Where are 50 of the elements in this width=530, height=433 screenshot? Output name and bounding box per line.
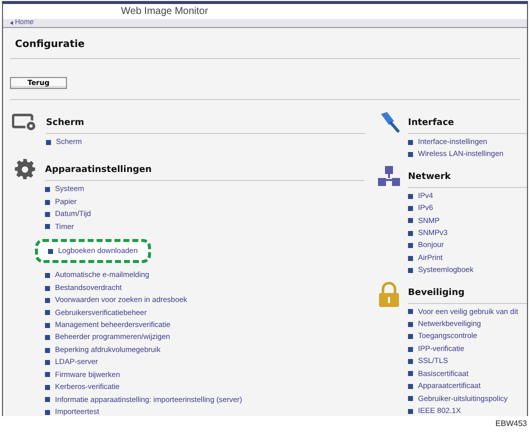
bullet-icon — [408, 218, 413, 224]
bullet-icon — [45, 200, 50, 205]
section-heading: Netwerk — [408, 172, 451, 182]
bullet-icon — [45, 310, 50, 316]
bullet-icon — [45, 397, 50, 402]
bullet-icon — [45, 322, 50, 328]
bullet-icon — [408, 396, 413, 402]
bullet-icon — [408, 384, 413, 389]
figure-code: EBW453 — [495, 418, 527, 430]
bullet-icon — [408, 206, 413, 211]
page-title: Configuratie — [15, 39, 85, 50]
bullet-icon — [45, 335, 50, 340]
bullet-icon — [408, 243, 413, 248]
app-title: Web Image Monitor — [121, 5, 208, 19]
bullet-icon — [408, 358, 413, 364]
bullet-icon — [408, 334, 413, 340]
bullet-icon — [408, 371, 413, 376]
monitor-gear-icon — [12, 112, 38, 132]
bullet-icon — [45, 384, 50, 390]
bullet-icon — [45, 348, 50, 353]
bullet-icon — [45, 224, 50, 230]
section-heading: Beveiliging — [408, 288, 465, 298]
bullet-icon — [45, 212, 50, 217]
bullet-icon — [45, 360, 50, 365]
section-heading: Scherm — [46, 118, 84, 128]
bullet-icon — [408, 346, 413, 352]
caret-icon — [10, 21, 13, 25]
padlock-icon — [378, 282, 400, 308]
bullet-icon — [45, 273, 50, 278]
bullet-icon — [45, 298, 50, 303]
cable-icon — [378, 112, 400, 134]
bullet-icon — [408, 309, 413, 314]
network-icon — [378, 166, 400, 186]
bullet-icon — [48, 248, 53, 254]
section-heading: Apparaatinstellingen — [45, 165, 152, 176]
bullet-icon — [408, 194, 413, 199]
bullet-icon — [45, 286, 50, 291]
bullet-icon — [45, 410, 50, 415]
bullet-icon — [408, 230, 413, 236]
bullet-icon — [45, 187, 50, 192]
bullet-icon — [408, 152, 413, 158]
bullet-icon — [408, 408, 413, 414]
gear-icon — [14, 159, 36, 182]
bullet-icon — [408, 140, 413, 145]
bullet-icon — [46, 140, 51, 145]
section-heading: Interface — [408, 118, 454, 128]
bullet-icon — [408, 268, 413, 273]
bullet-icon — [408, 256, 413, 261]
bullet-icon — [408, 322, 413, 327]
bullet-icon — [45, 372, 50, 378]
